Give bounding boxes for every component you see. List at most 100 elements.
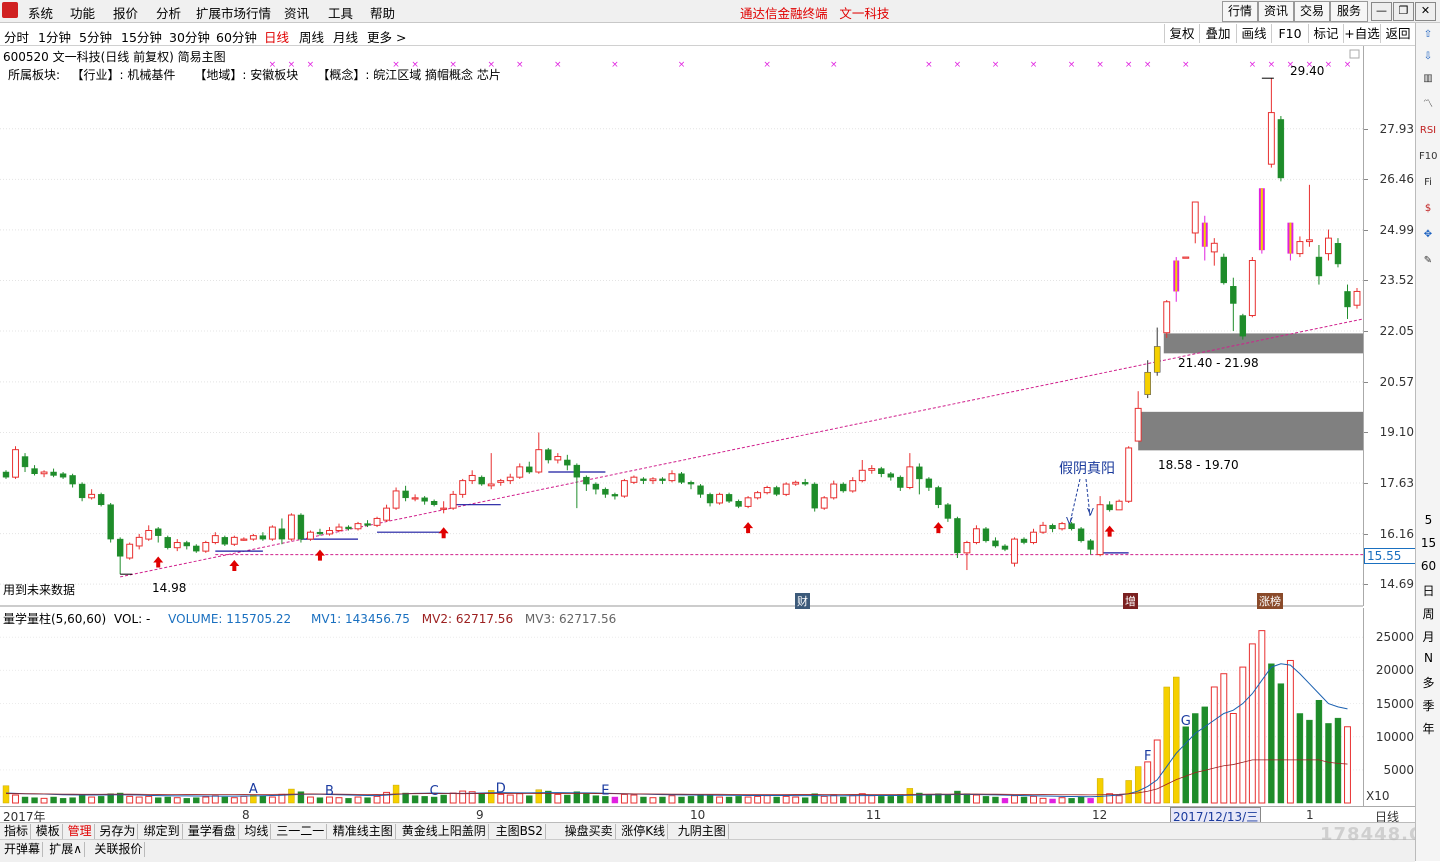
menu-item-news[interactable]: 资讯 — [284, 3, 309, 22]
cross-icon[interactable]: ✥ — [1419, 227, 1437, 243]
candle[interactable] — [916, 463, 923, 495]
candle[interactable] — [716, 492, 724, 505]
period-more[interactable]: 更多 > — [367, 27, 406, 46]
candle[interactable] — [963, 540, 971, 571]
period-30min[interactable]: 30分钟 — [169, 27, 210, 46]
candle[interactable] — [487, 453, 495, 490]
candle[interactable] — [97, 492, 105, 507]
candle[interactable] — [126, 542, 134, 560]
candle[interactable] — [1182, 256, 1190, 259]
indicator-tab[interactable]: 三一二一 — [274, 824, 328, 839]
volume-indicator-name[interactable]: 量学量柱(5,60,60) — [3, 612, 106, 626]
candle[interactable] — [801, 478, 809, 486]
candle[interactable] — [725, 492, 733, 503]
candle[interactable] — [564, 454, 571, 471]
candle[interactable] — [754, 490, 762, 500]
candle[interactable] — [592, 482, 600, 495]
service-button[interactable]: 服务 — [1330, 1, 1368, 22]
candle[interactable] — [630, 475, 638, 485]
candle[interactable] — [449, 490, 457, 510]
period-monthly[interactable]: 月线 — [333, 27, 358, 46]
pen-icon[interactable]: ✎ — [1419, 253, 1437, 269]
candle[interactable] — [278, 518, 286, 545]
candle[interactable] — [1353, 288, 1361, 309]
candle[interactable] — [1058, 521, 1066, 531]
menu-item-system[interactable]: 系统 — [28, 3, 53, 22]
candle[interactable] — [1030, 528, 1037, 545]
draw-line-button[interactable]: 画线 — [1236, 24, 1271, 43]
candle[interactable] — [50, 468, 57, 478]
extra-tab[interactable]: 扩展∧ — [47, 842, 85, 857]
candle[interactable] — [535, 432, 543, 474]
dollar-icon[interactable]: $ — [1419, 201, 1437, 217]
period-shortcut[interactable]: 5 — [1418, 513, 1439, 527]
candle[interactable] — [944, 502, 952, 522]
indicator-tab[interactable]: 量学看盘 — [186, 824, 239, 839]
candle[interactable] — [1096, 496, 1104, 557]
candle[interactable] — [1125, 446, 1133, 503]
indicator-tab[interactable]: 黄金线上阳盖阴 — [400, 824, 489, 839]
candle[interactable] — [868, 465, 876, 474]
indicator-tab[interactable]: 涨停K线 — [619, 824, 669, 839]
f10-button[interactable]: F10 — [1271, 24, 1308, 43]
candle[interactable] — [744, 496, 752, 509]
candle[interactable] — [268, 525, 276, 541]
add-watchlist-button[interactable]: +自选 — [1343, 24, 1380, 43]
indicator-tab[interactable]: 模板 — [34, 824, 63, 839]
candle[interactable] — [935, 485, 942, 509]
candle[interactable] — [1315, 245, 1323, 285]
period-intraday[interactable]: 分时 — [4, 27, 29, 46]
rsi-icon[interactable]: RSI — [1419, 123, 1437, 139]
candle[interactable] — [1210, 238, 1218, 266]
candle[interactable] — [1277, 116, 1285, 182]
candle[interactable] — [59, 472, 67, 479]
candle[interactable] — [287, 513, 295, 541]
candle[interactable] — [1087, 539, 1094, 555]
candle[interactable] — [230, 535, 238, 546]
candle[interactable] — [411, 494, 419, 502]
period-shortcut[interactable]: 15 — [1418, 536, 1439, 550]
candle[interactable] — [202, 540, 210, 553]
period-weekly[interactable]: 周线 — [299, 27, 324, 46]
candle[interactable] — [2, 470, 10, 479]
candle[interactable] — [773, 485, 780, 497]
extra-tab[interactable]: 关联报价 — [92, 842, 146, 857]
candle[interactable] — [1134, 391, 1142, 442]
candle[interactable] — [193, 544, 200, 553]
indicator-tab[interactable]: 精准线主图 — [331, 824, 396, 839]
candle[interactable] — [792, 480, 800, 486]
period-shortcut[interactable]: 月 — [1418, 628, 1439, 645]
mark-button[interactable]: 标记 — [1308, 24, 1343, 43]
candle[interactable] — [697, 484, 704, 498]
candle[interactable] — [392, 487, 400, 510]
fin-icon[interactable]: Fi — [1419, 175, 1437, 191]
candle[interactable] — [145, 525, 153, 541]
chart-icon[interactable]: ▥ — [1419, 71, 1437, 87]
indicator-tab[interactable]: 管理 — [66, 824, 95, 839]
period-shortcut[interactable]: 60 — [1418, 559, 1439, 573]
down-icon[interactable]: ⇩ — [1419, 49, 1437, 65]
menu-item-help[interactable]: 帮助 — [370, 3, 395, 22]
period-60min[interactable]: 60分钟 — [216, 27, 257, 46]
period-shortcut[interactable]: N — [1418, 651, 1439, 665]
candle[interactable] — [1248, 257, 1256, 318]
indicator-tab[interactable]: 另存为 — [97, 824, 139, 839]
candle[interactable] — [583, 475, 590, 491]
candle[interactable] — [21, 453, 29, 473]
market-button[interactable]: 行情 — [1222, 1, 1258, 22]
candle[interactable] — [992, 537, 999, 548]
candle[interactable] — [1258, 188, 1265, 254]
candle[interactable] — [887, 472, 895, 481]
menu-item-quote[interactable]: 报价 — [113, 3, 138, 22]
indicator-tab[interactable]: 指标 — [2, 824, 32, 839]
candle[interactable] — [297, 513, 305, 543]
restore-icon[interactable]: ❐ — [1393, 2, 1414, 21]
candle[interactable] — [1077, 527, 1085, 543]
candle[interactable] — [602, 487, 609, 498]
candle[interactable] — [69, 473, 76, 488]
candle[interactable] — [402, 485, 409, 502]
candle[interactable] — [421, 496, 428, 505]
candle[interactable] — [1163, 300, 1171, 338]
candle[interactable] — [173, 539, 181, 552]
indicator-tab[interactable]: 九阴主图 — [676, 824, 729, 839]
